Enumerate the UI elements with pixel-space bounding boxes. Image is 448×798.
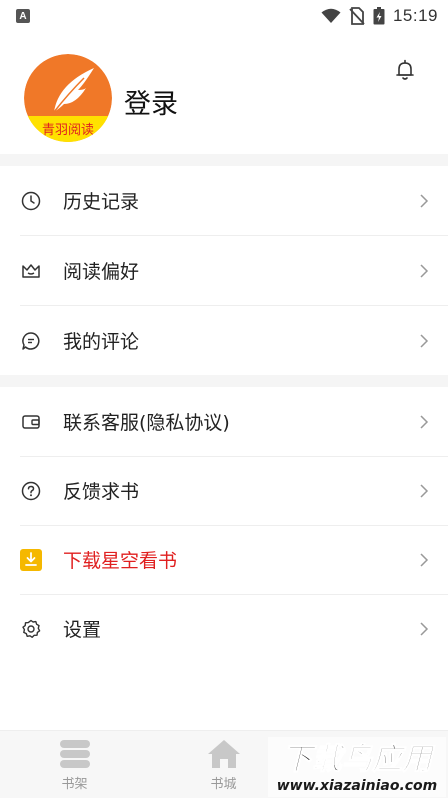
bell-icon[interactable] — [393, 58, 417, 82]
svg-text:青羽阅读: 青羽阅读 — [42, 123, 94, 138]
tab-label: 书架 — [61, 777, 88, 792]
menu-label: 历史记录 — [63, 191, 140, 213]
menu-label: 下载星空看书 — [63, 550, 178, 572]
menu-item-customer-service[interactable]: 联系客服(隐私协议) — [0, 387, 448, 456]
home-icon — [207, 740, 240, 768]
clock-time: 15:19 — [392, 6, 438, 25]
chevron-right-icon — [420, 552, 429, 567]
wallet-icon — [20, 411, 42, 433]
crown-icon — [20, 260, 42, 282]
menu-label: 阅读偏好 — [63, 261, 140, 283]
app-logo-avatar[interactable]: 青羽阅读 — [24, 54, 112, 142]
menu-item-download-app[interactable]: 下载星空看书 — [0, 525, 448, 594]
menu-item-history[interactable]: 历史记录 — [0, 166, 448, 235]
section-gap — [0, 154, 448, 166]
chevron-right-icon — [420, 414, 429, 429]
notification-a-icon: A — [16, 9, 30, 23]
chevron-right-icon — [420, 333, 429, 348]
menu-item-feedback[interactable]: 反馈求书 — [0, 456, 448, 525]
menu-label: 联系客服(隐私协议) — [63, 412, 230, 434]
gear-icon — [20, 618, 42, 640]
chevron-right-icon — [420, 263, 429, 278]
menu-label: 我的评论 — [63, 331, 140, 353]
tab-bookshelf[interactable]: 书架 — [0, 731, 149, 798]
svg-text:下载鸟应用: 下载鸟应用 — [282, 742, 436, 777]
no-sim-icon — [349, 7, 365, 25]
chevron-right-icon — [420, 193, 429, 208]
chevron-right-icon — [420, 621, 429, 636]
menu-item-my-comments[interactable]: 我的评论 — [0, 306, 448, 375]
bookshelf-icon — [59, 740, 90, 768]
menu-item-settings[interactable]: 设置 — [0, 594, 448, 663]
wifi-icon — [321, 8, 341, 23]
profile-header: 青羽阅读 登录 — [0, 32, 448, 154]
chat-bubble-icon — [20, 330, 42, 352]
watermark-logo: 下载鸟应用 www.xiazainiao.com — [268, 737, 446, 797]
battery-icon — [373, 7, 385, 25]
menu-item-reading-preference[interactable]: 阅读偏好 — [0, 236, 448, 305]
question-circle-icon — [20, 480, 42, 502]
login-button[interactable]: 登录 — [124, 82, 178, 121]
menu-label: 设置 — [63, 619, 102, 641]
section-gap — [0, 375, 448, 387]
menu-label: 反馈求书 — [63, 481, 140, 503]
chevron-right-icon — [420, 483, 429, 498]
status-bar: A 15:19 — [0, 0, 448, 32]
clock-icon — [20, 190, 42, 212]
svg-text:www.xiazainiao.com: www.xiazainiao.com — [277, 778, 438, 794]
download-icon — [20, 548, 42, 571]
tab-label: 书城 — [210, 777, 237, 792]
